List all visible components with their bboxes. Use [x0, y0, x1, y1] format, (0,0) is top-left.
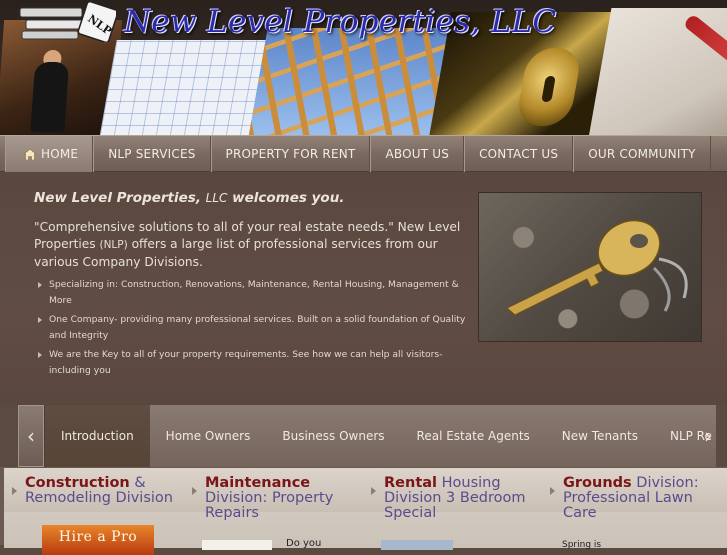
division-title-strong: Construction [25, 475, 130, 491]
nav-our-community[interactable]: OUR COMMUNITY [573, 136, 711, 172]
division-card-construction[interactable]: Construction & Remodeling Division Hire … [4, 468, 184, 555]
nav-contact-us[interactable]: CONTACT US [464, 136, 574, 172]
maintenance-thumbnail [202, 540, 272, 550]
slider-next-button[interactable]: › [695, 405, 721, 467]
division-card-header: Construction & Remodeling Division [4, 468, 184, 512]
chevron-left-icon: ‹ [27, 424, 35, 448]
welcome-heading: New Level Properties, LLC welcomes you. [34, 190, 344, 206]
header-banner: NLP New Level Properties, LLC [0, 0, 727, 135]
nav-home-label: HOME [41, 147, 79, 161]
tab-home-owners[interactable]: Home Owners [150, 405, 267, 467]
rental-thumbnail [381, 540, 453, 550]
nlp-keys-logo[interactable]: NLP [18, 2, 116, 42]
division-card-header: Maintenance Division: Property Repairs [184, 468, 363, 521]
key-icon [506, 219, 688, 316]
division-title-strong: Maintenance [205, 475, 311, 491]
division-title[interactable]: Rental Housing Division 3 Bedroom Specia… [384, 476, 538, 521]
intro-nlp: (NLP) [99, 239, 128, 251]
tab-business-owners[interactable]: Business Owners [266, 405, 400, 467]
arrow-bullet-icon [192, 487, 197, 495]
slider-prev-button[interactable]: ‹ [18, 405, 44, 467]
arrow-bullet-icon [550, 487, 555, 495]
key-photo [478, 192, 702, 342]
blueprint-photo [99, 40, 277, 135]
home-icon [24, 148, 36, 160]
division-title[interactable]: Maintenance Division: Property Repairs [205, 476, 359, 521]
division-title-rest: Division: Property Repairs [205, 490, 334, 521]
feature-item: One Company- providing many professional… [38, 312, 478, 343]
division-title-strong: Grounds [563, 475, 632, 491]
arrow-bullet-icon [12, 487, 17, 495]
welcome-company: New Level Properties, [34, 190, 201, 206]
main-nav: HOME NLP SERVICES PROPERTY FOR RENT ABOU… [0, 135, 727, 172]
division-card-grounds[interactable]: Grounds Division: Professional Lawn Care… [542, 468, 727, 550]
division-card-maintenance[interactable]: Maintenance Division: Property Repairs D… [184, 468, 363, 550]
division-card-header: Rental Housing Division 3 Bedroom Specia… [363, 468, 542, 521]
site-title[interactable]: New Level Properties, LLC [124, 4, 557, 40]
audience-slider: ‹ Introduction Home Owners Business Owne… [0, 405, 727, 467]
division-columns: Construction & Remodeling Division Hire … [0, 467, 727, 555]
tab-new-tenants[interactable]: New Tenants [546, 405, 654, 467]
intro-paragraph: "Comprehensive solutions to all of your … [34, 219, 474, 271]
welcome-llc: LLC [205, 191, 228, 205]
welcome-tail: welcomes you. [232, 190, 345, 206]
arrow-bullet-icon [371, 487, 376, 495]
maintenance-teaser: Do you [286, 538, 322, 549]
nav-about-us[interactable]: ABOUT US [370, 136, 465, 172]
nav-nlp-services[interactable]: NLP SERVICES [93, 136, 211, 172]
slider-tabs: Introduction Home Owners Business Owners… [44, 405, 716, 467]
nav-home[interactable]: HOME [5, 136, 94, 172]
welcome-section: New Level Properties, LLC welcomes you. … [0, 172, 727, 405]
hire-a-pro-badge[interactable]: Hire a Pro [42, 525, 154, 555]
division-title[interactable]: Construction & Remodeling Division [25, 476, 180, 506]
chevron-right-icon: › [704, 424, 712, 448]
feature-item: Specializing in: Construction, Renovatio… [38, 277, 478, 308]
division-card-header: Grounds Division: Professional Lawn Care [542, 468, 727, 521]
nav-property-for-rent[interactable]: PROPERTY FOR RENT [210, 136, 371, 172]
division-card-rental[interactable]: Rental Housing Division 3 Bedroom Specia… [363, 468, 542, 550]
division-title-strong: Rental [384, 475, 438, 491]
grounds-teaser: Spring is [562, 540, 602, 550]
feature-list: Specializing in: Construction, Renovatio… [38, 277, 478, 382]
division-title[interactable]: Grounds Division: Professional Lawn Care [563, 476, 723, 521]
feature-item: We are the Key to all of your property r… [38, 347, 478, 378]
tab-introduction[interactable]: Introduction [45, 405, 150, 467]
contract-pen-photo [588, 8, 727, 135]
tab-real-estate-agents[interactable]: Real Estate Agents [401, 405, 546, 467]
